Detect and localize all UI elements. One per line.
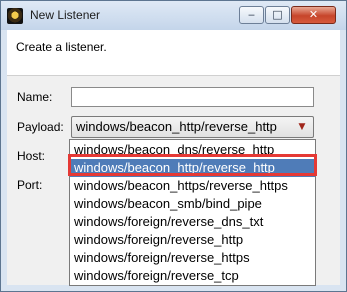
- payload-option[interactable]: windows/foreign/reverse_http: [70, 231, 315, 249]
- payload-option[interactable]: windows/beacon_smb/bind_pipe: [70, 195, 315, 213]
- title-bar[interactable]: New Listener ‒ □ ✕: [1, 1, 346, 30]
- payload-option[interactable]: windows/foreign/reverse_dns_txt: [70, 213, 315, 231]
- payload-select[interactable]: windows/beacon_http/reverse_http ▼: [71, 116, 314, 138]
- maximize-button[interactable]: □: [265, 6, 290, 24]
- description-panel: Create a listener.: [7, 30, 340, 76]
- description-text: Create a listener.: [16, 40, 107, 54]
- payload-selected-value: windows/beacon_http/reverse_http: [76, 119, 277, 134]
- payload-label: Payload:: [17, 120, 64, 134]
- chevron-down-icon[interactable]: ▼: [295, 120, 309, 134]
- name-label: Name:: [17, 90, 53, 104]
- app-icon: [7, 8, 23, 24]
- port-label: Port:: [17, 178, 43, 192]
- new-listener-window: New Listener ‒ □ ✕ Create a listener. Na…: [0, 0, 347, 292]
- payload-dropdown-list: windows/beacon_dns/reverse_http windows/…: [69, 139, 316, 286]
- minimize-button[interactable]: ‒: [239, 6, 264, 24]
- payload-option[interactable]: windows/foreign/reverse_tcp: [70, 267, 315, 285]
- payload-option[interactable]: windows/foreign/reverse_https: [70, 249, 315, 267]
- payload-option[interactable]: windows/beacon_dns/reverse_http: [70, 141, 315, 159]
- host-label: Host:: [17, 149, 46, 163]
- close-button[interactable]: ✕: [291, 6, 336, 24]
- window-title: New Listener: [30, 8, 101, 22]
- name-input[interactable]: [71, 87, 314, 107]
- payload-option-selected[interactable]: windows/beacon_http/reverse_http: [70, 159, 315, 177]
- payload-option[interactable]: windows/beacon_https/reverse_https: [70, 177, 315, 195]
